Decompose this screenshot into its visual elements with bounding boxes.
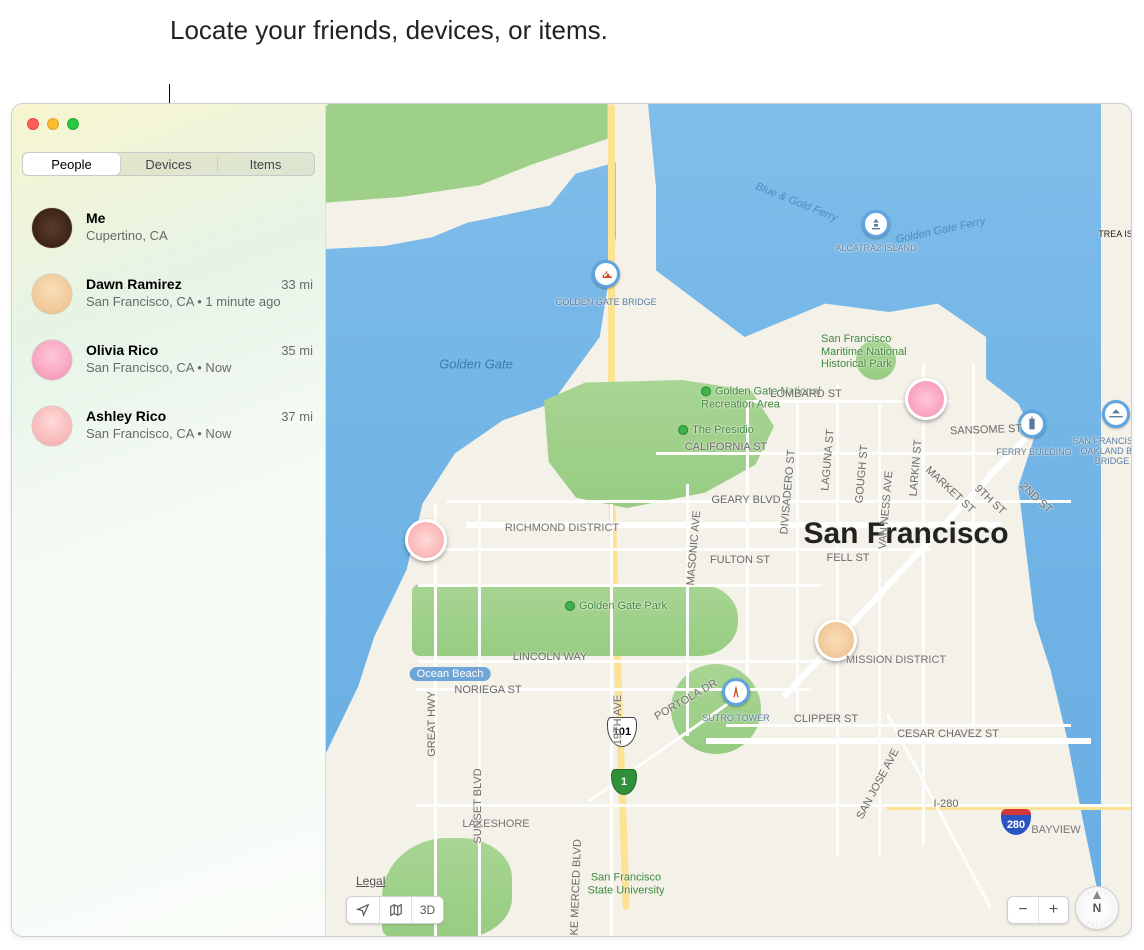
map-label-poi: ALCATRAZ ISLAND (835, 243, 916, 253)
map-style-button[interactable] (379, 897, 411, 923)
tab-label: Devices (145, 157, 191, 172)
map-label-park: The Presidio (678, 424, 754, 436)
legal-link[interactable]: Legal (356, 874, 385, 888)
poi-gg-bridge-icon[interactable] (592, 260, 620, 288)
list-item-body: Me Cupertino, CA (86, 208, 313, 245)
tab-items[interactable]: Items (217, 153, 314, 175)
person-name: Me (86, 210, 313, 226)
map-label-park: San Francisco Maritime National Historic… (821, 333, 931, 371)
map-street-label: NORIEGA ST (454, 684, 521, 696)
poi-sutro-icon[interactable] (722, 678, 750, 706)
person-sub: Cupertino, CA (86, 228, 313, 245)
person-name: Olivia Rico (86, 342, 281, 358)
window-controls (27, 118, 79, 130)
map-street-label: GREAT HWY (426, 691, 438, 757)
map-label-water: Golden Gate (439, 357, 513, 372)
list-item[interactable]: Dawn Ramirez San Francisco, CA • 1 minut… (12, 268, 325, 334)
avatar (32, 208, 72, 248)
map-street-label: FULTON ST (710, 554, 770, 566)
window-close-button[interactable] (27, 118, 39, 130)
map-label-district: MISSION DISTRICT (846, 654, 946, 666)
map-street-label: CESAR CHAVEZ ST (897, 728, 999, 740)
map-avatar-olivia[interactable] (905, 378, 947, 420)
list-item[interactable]: Ashley Rico San Francisco, CA • Now 37 m… (12, 400, 325, 466)
tab-devices[interactable]: Devices (120, 153, 217, 175)
map-street-label: CLIPPER ST (794, 713, 858, 725)
tab-label: People (51, 157, 91, 172)
list-item-body: Ashley Rico San Francisco, CA • Now (86, 406, 281, 443)
avatar (32, 274, 72, 314)
zoom-in-button[interactable]: + (1038, 897, 1068, 923)
person-distance: 37 mi (281, 409, 313, 424)
map-label-poi: SAN FRANCISCO–OAKLAND BAY BRIDGE (1067, 437, 1131, 467)
sidebar: People Devices Items Me Cupertino, CA Da… (12, 104, 326, 936)
map-street-label: SANSOME ST (950, 423, 1022, 438)
person-distance: 35 mi (281, 343, 313, 358)
map-street-label: I-280 (933, 798, 958, 810)
map-label-district: RICHMOND DISTRICT (505, 522, 619, 534)
map-city-label: San Francisco (803, 517, 1008, 551)
poi-alcatraz-icon[interactable] (862, 210, 890, 238)
map-mode-control: 3D (346, 896, 444, 924)
person-sub: San Francisco, CA • Now (86, 360, 281, 377)
avatar (32, 406, 72, 446)
locate-button[interactable] (347, 897, 379, 923)
map-label-park: Golden Gate Park (565, 600, 667, 612)
window-zoom-button[interactable] (67, 118, 79, 130)
poi-bay-bridge-icon[interactable] (1102, 400, 1130, 428)
tab-people[interactable]: People (23, 153, 120, 175)
map-street-label: SUNSET BLVD (472, 768, 484, 843)
person-sub: San Francisco, CA • 1 minute ago (86, 294, 281, 311)
map-avatar-ashley[interactable] (405, 519, 447, 561)
map-street-label: 19TH AVE (612, 695, 624, 746)
window-minimize-button[interactable] (47, 118, 59, 130)
list-item-body: Olivia Rico San Francisco, CA • Now (86, 340, 281, 377)
map-label-district: BAYVIEW (1031, 824, 1080, 836)
list-item[interactable]: Me Cupertino, CA (12, 202, 325, 268)
map-street-label: LINCOLN WAY (513, 651, 588, 663)
map-label-poi: GOLDEN GATE BRIDGE (555, 297, 656, 307)
map-label-beach: Ocean Beach (410, 667, 491, 681)
compass-button[interactable]: N (1075, 886, 1119, 930)
person-distance: 33 mi (281, 277, 313, 292)
map-street-label: GEARY BLVD (711, 494, 780, 506)
map-street-label: FELL ST (827, 552, 870, 564)
callout-text: Locate your friends, devices, or items. (170, 14, 608, 47)
segmented-control: People Devices Items (22, 152, 315, 176)
map-label-island: TREA ISLA (1098, 229, 1131, 239)
zoom-out-button[interactable]: − (1008, 897, 1038, 923)
map-street-label: LOMBARD ST (770, 388, 842, 400)
list-item-body: Dawn Ramirez San Francisco, CA • 1 minut… (86, 274, 281, 311)
map-3d-button[interactable]: 3D (411, 897, 443, 923)
avatar (32, 340, 72, 380)
map-label-poi: SUTRO TOWER (702, 713, 769, 723)
find-my-window: People Devices Items Me Cupertino, CA Da… (11, 103, 1132, 937)
tab-label: Items (250, 157, 282, 172)
person-name: Ashley Rico (86, 408, 281, 424)
person-sub: San Francisco, CA • Now (86, 426, 281, 443)
list-item[interactable]: Olivia Rico San Francisco, CA • Now 35 m… (12, 334, 325, 400)
map-label-poi: FERRY BUILDING (996, 447, 1071, 457)
map-street-label: CALIFORNIA ST (685, 441, 768, 453)
person-name: Dawn Ramirez (86, 276, 281, 292)
map-label-park: San Francisco State University (586, 871, 666, 896)
map-canvas[interactable]: Golden Gate Blue & Gold Ferry Golden Gat… (326, 104, 1131, 936)
people-list: Me Cupertino, CA Dawn Ramirez San Franci… (12, 202, 325, 466)
zoom-control: − + (1007, 896, 1069, 924)
